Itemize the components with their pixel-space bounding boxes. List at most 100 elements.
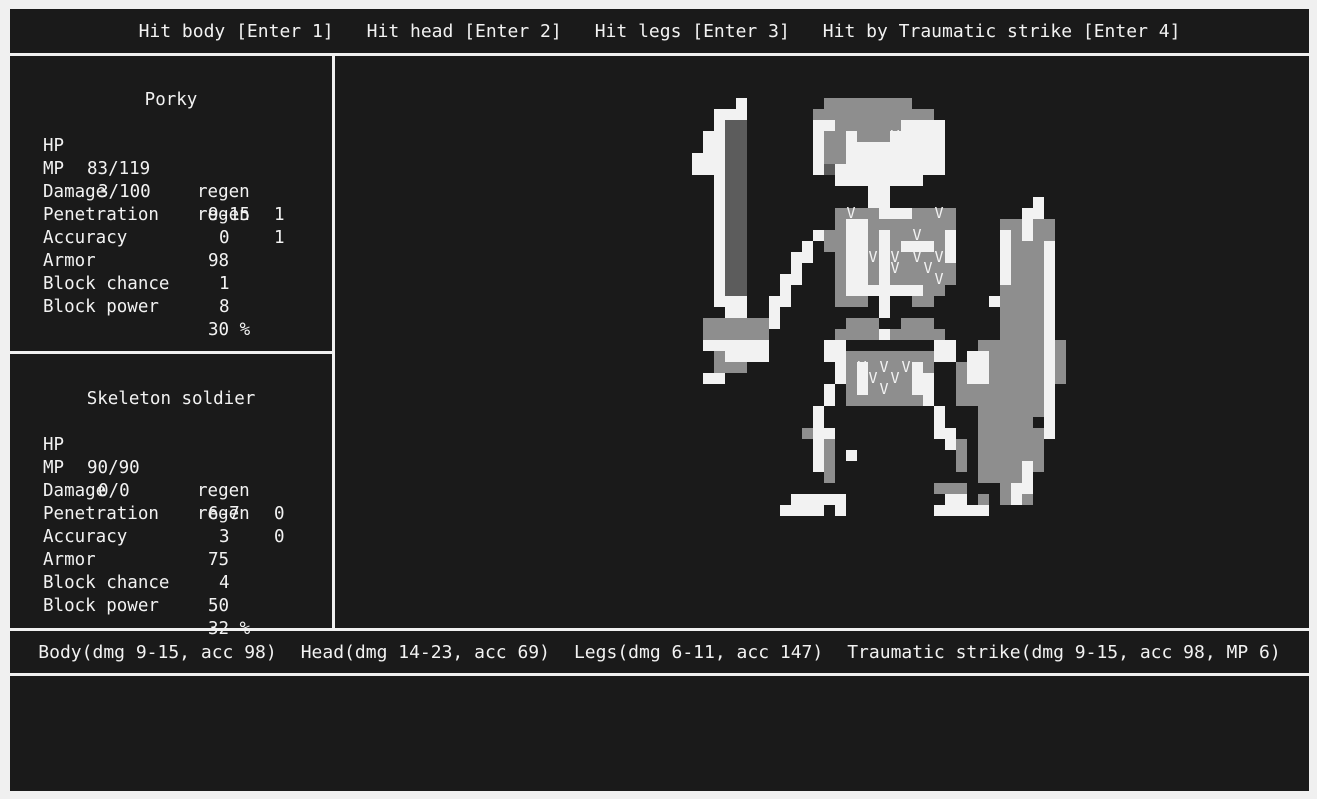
attack-info-bar: Body(dmg 9-15, acc 98) Head(dmg 14-23, a… [10, 631, 1309, 673]
sprite-glyph: V [912, 226, 921, 244]
sprite-pixel [956, 439, 967, 472]
sprite-glyph: V [912, 127, 921, 145]
enemy-hp-row: HP 90/90 regen 0 [43, 411, 285, 524]
traumatic-strike-info: Traumatic strike(dmg 9-15, acc 98, MP 6) [847, 641, 1281, 663]
player-hp-row: HP 83/119 regen 1 [43, 112, 285, 225]
head-attack-info: Head(dmg 14-23, acc 69) [300, 641, 550, 663]
sprite-pixel [703, 131, 714, 175]
sprite-pixel [835, 494, 846, 516]
player-name: Porky [144, 90, 198, 110]
enemy-block-chance-value: 50 [208, 596, 230, 616]
sprite-glyph: V [846, 204, 855, 222]
sprite-pixel [769, 296, 780, 329]
sprite-glyph: V [934, 204, 943, 222]
sprite-pixel [1044, 241, 1055, 439]
player-damage-value: 9-15 [208, 205, 251, 225]
sprite-pixel [857, 131, 890, 142]
sprite-pixel [879, 208, 912, 219]
sprite-pixel [934, 340, 956, 362]
sprite-pixel [802, 428, 813, 439]
sprite-pixel [824, 131, 846, 164]
enemy-mp-regen: 0 [274, 527, 285, 547]
sprite-pixel [934, 406, 945, 439]
legs-attack-info: Legs(dmg 6-11, acc 147) [573, 641, 824, 663]
sprite-pixel [989, 296, 1000, 307]
player-accuracy-row: Accuracy 98 [43, 204, 229, 271]
game-screen: Hit body [Enter 1] Hit head [Enter 2] Hi… [10, 9, 1309, 791]
player-mp-row: MP 3/100 regen 1 [43, 135, 285, 248]
player-damage-row: Damage 9-15 [43, 158, 250, 225]
hit-legs-action[interactable]: Hit legs [Enter 3] [595, 21, 790, 42]
sprite-pixel [714, 131, 725, 307]
sprite-pixel [934, 483, 967, 494]
sprite-glyph: V [846, 248, 855, 266]
sprite-pixel [824, 340, 846, 362]
sprite-pixel [879, 296, 890, 318]
skeleton-soldier-sprite: V VVV VV VVV V V V VV V VVV V VV VV [692, 98, 1066, 516]
sprite-pixel [824, 98, 912, 109]
sprite-pixel [725, 120, 747, 307]
enemy-damage-value: 6-7 [208, 504, 240, 524]
sprite-glyph: V [857, 358, 866, 376]
sprite-glyph: V [923, 259, 932, 277]
sprite-glyph: V [890, 369, 899, 387]
enemy-stats-panel: Skeleton soldier HP 90/90 regen 0 MP 0/0… [10, 354, 332, 639]
sprite-pixel [1011, 483, 1022, 505]
enemy-hp-regen: 0 [274, 504, 285, 524]
sprite-glyph: V [879, 358, 888, 376]
sprite-pixel [824, 384, 835, 406]
enemy-name: Skeleton soldier [86, 389, 256, 409]
enemy-penetration-row: Penetration 3 [43, 480, 230, 547]
traumatic-strike-action[interactable]: Hit by Traumatic strike [Enter 4] [823, 21, 1181, 42]
sprite-pixel [1033, 197, 1044, 219]
sprite-glyph: V [890, 259, 899, 277]
sprite-pixel [1022, 461, 1033, 494]
player-block-chance-row: Block chance 8 [43, 250, 230, 317]
sprite-glyph: V [912, 149, 921, 167]
regen-label: regen [197, 481, 250, 501]
sprite-pixel [824, 230, 835, 252]
sprite-pixel [835, 362, 846, 384]
sprite-glyph: V [934, 248, 943, 266]
sprite-pixel [1000, 230, 1011, 285]
sprite-pixel [1033, 428, 1044, 472]
sprite-pixel [703, 340, 714, 351]
player-block-power-value: 30 % [208, 320, 251, 340]
player-mp-regen: 1 [274, 228, 285, 248]
sprite-pixel [912, 296, 934, 307]
sprite-pixel [692, 153, 703, 175]
sprite-pixel [835, 296, 868, 307]
player-stats-panel: Porky HP 83/119 regen 1 MP 3/100 regen 1… [10, 55, 332, 351]
hit-head-action[interactable]: Hit head [Enter 2] [367, 21, 562, 42]
sprite-pixel [714, 351, 725, 373]
player-hp-regen: 1 [274, 205, 285, 225]
player-armor-row: Armor 1 [43, 227, 230, 294]
sprite-glyph: V [901, 358, 910, 376]
enemy-block-chance-row: Block chance 50 [43, 549, 229, 616]
sprite-glyph: V [868, 248, 877, 266]
sprite-pixel [703, 318, 769, 340]
player-armor-value: 1 [219, 274, 230, 294]
action-menu: Hit body [Enter 1] Hit head [Enter 2] Hi… [10, 9, 1309, 53]
sprite-pixel [1055, 340, 1066, 384]
sprite-pixel [835, 175, 923, 186]
player-penetration-value: 0 [219, 228, 230, 248]
sprite-pixel [725, 362, 747, 373]
sprite-glyph: V [934, 270, 943, 288]
player-block-power-row: Block power 30 % [43, 273, 250, 340]
sprite-pixel [791, 494, 835, 505]
block-power-label: Block power [43, 596, 159, 616]
sprite-pixel [714, 120, 725, 131]
enemy-mp-row: MP 0/0 regen 0 [43, 434, 285, 547]
player-block-chance-value: 8 [219, 297, 230, 317]
player-accuracy-value: 98 [208, 251, 230, 271]
enemy-armor-row: Armor 4 [43, 526, 230, 593]
enemy-sprite-area: VVVVVVVVVVVVVVVVVVVVVVV [335, 55, 1309, 628]
sprite-pixel [714, 109, 747, 120]
hit-body-action[interactable]: Hit body [Enter 1] [139, 21, 334, 42]
sprite-glyph: V [879, 380, 888, 398]
sprite-pixel [978, 494, 989, 505]
sprite-pixel [879, 329, 890, 340]
regen-label: regen [197, 182, 250, 202]
sprite-pixel [934, 505, 989, 516]
